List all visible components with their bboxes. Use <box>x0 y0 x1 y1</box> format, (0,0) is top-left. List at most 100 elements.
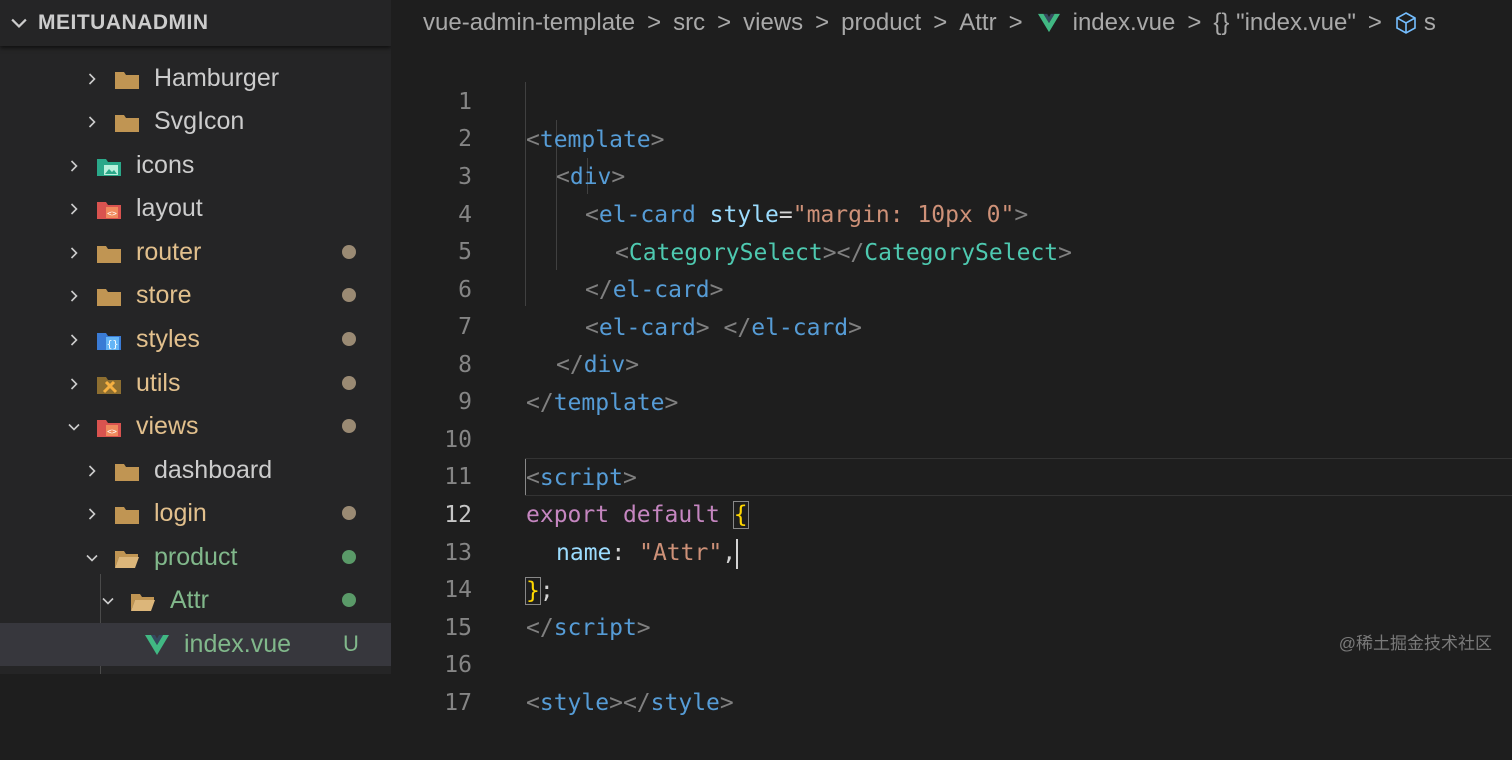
breadcrumb-item[interactable]: Attr <box>959 9 996 37</box>
explorer-root-header[interactable]: MEITUANADMIN <box>0 0 391 46</box>
folder-icon <box>115 114 139 132</box>
tree-item-router[interactable]: router <box>0 231 391 274</box>
tree-item-views[interactable]: <> views <box>0 405 391 448</box>
code-line[interactable]: 3 <el-card style="margin: 10px 0"> <box>391 120 1512 228</box>
chevron-right-icon: > <box>1008 9 1023 36</box>
tree-item-layout[interactable]: <> layout <box>0 187 391 230</box>
tree-item-styles[interactable]: {} styles <box>0 318 391 361</box>
code-line[interactable]: 4 <CategorySelect></CategorySelect> <box>391 158 1512 266</box>
tree-item-index-vue[interactable]: index.vue U <box>0 623 391 666</box>
breadcrumb-item[interactable]: {} "index.vue" <box>1213 9 1355 37</box>
code-line[interactable]: 15 <box>391 571 1512 641</box>
tree-item-label: utils <box>136 369 181 397</box>
vue-file-icon <box>145 634 169 655</box>
images-folder-icon <box>97 158 121 176</box>
code-line-current[interactable]: 12 name: "Attr", <box>391 458 1512 569</box>
tree-item-attr[interactable]: Attr <box>0 579 391 622</box>
code-text: <style></style> <box>526 690 734 716</box>
chevron-right-icon: > <box>717 9 732 36</box>
code-line[interactable]: 11 export default { <box>391 420 1512 529</box>
code-line[interactable]: 2 <div> <box>391 82 1512 190</box>
chevron-right-icon <box>70 202 78 215</box>
git-added-dot <box>342 593 356 607</box>
tree-item-label: store <box>136 281 192 309</box>
tree-item-label: styles <box>136 325 200 353</box>
chevron-right-icon: > <box>815 9 830 36</box>
chevron-down-icon <box>86 554 98 562</box>
tree-item-label: SvgIcon <box>154 107 245 135</box>
tree-item-dashboard[interactable]: dashboard <box>0 449 391 492</box>
code-line[interactable]: 5 </el-card> <box>391 195 1512 303</box>
chevron-right-icon: > <box>1367 9 1382 36</box>
tree-item-label: index.vue <box>184 630 292 658</box>
svg-text:<>: <> <box>107 427 117 436</box>
breadcrumb-item[interactable]: index.vue <box>1073 9 1176 37</box>
git-modified-dot <box>342 332 356 346</box>
tree-item-hamburger[interactable]: Hamburger <box>0 57 391 100</box>
breadcrumb-item[interactable]: views <box>743 9 803 37</box>
chevron-right-icon: > <box>933 9 948 36</box>
folder-icon <box>115 463 139 481</box>
tree-item-label: views <box>136 412 199 440</box>
breadcrumb-item[interactable]: product <box>841 9 921 37</box>
git-modified-dot <box>342 245 356 259</box>
folder-icon <box>97 288 121 306</box>
tree-item-svgicon[interactable]: SvgIcon <box>0 100 391 143</box>
chevron-right-icon <box>70 289 78 302</box>
tree-item-store[interactable]: store <box>0 274 391 317</box>
tree-item-label: Attr <box>170 586 209 614</box>
breadcrumb: vue-admin-template > src > views > produ… <box>391 0 1512 46</box>
git-modified-dot <box>342 419 356 433</box>
breadcrumb-item[interactable]: vue-admin-template <box>423 9 635 37</box>
tree-item-icons[interactable]: icons <box>0 144 391 187</box>
code-line[interactable]: 9 <box>391 345 1512 415</box>
breadcrumb-item[interactable]: src <box>673 9 705 37</box>
folder-icon <box>97 245 121 263</box>
chevron-right-icon <box>70 246 78 259</box>
explorer-root-title: MEITUANADMIN <box>38 11 209 34</box>
chevron-right-icon <box>70 333 78 346</box>
folder-icon <box>115 506 139 524</box>
chevron-down-icon <box>102 597 114 605</box>
tree-item-label: product <box>154 543 238 571</box>
git-added-dot <box>342 550 356 564</box>
code-line[interactable]: 8 </template> <box>391 308 1512 416</box>
code-line[interactable]: 13 }; <box>391 496 1512 605</box>
tree-item-label: dashboard <box>154 456 273 484</box>
chevron-down-icon <box>68 423 80 431</box>
cube-icon <box>1396 12 1416 34</box>
chevron-right-icon <box>88 72 96 85</box>
git-untracked-badge: U <box>343 631 359 656</box>
chevron-right-icon <box>88 507 96 520</box>
chevron-right-icon <box>88 115 96 128</box>
chevron-down-icon <box>11 18 27 28</box>
chevron-right-icon: > <box>647 9 662 36</box>
code-line[interactable]: 1 <template> <box>391 45 1512 153</box>
layout-folder-icon: <> <box>97 201 121 219</box>
styles-folder-icon: {} <box>97 332 121 350</box>
tree-item-product[interactable]: product <box>0 536 391 579</box>
tree-item-label: layout <box>136 194 203 222</box>
folder-open-icon <box>131 593 155 611</box>
chevron-right-icon <box>70 159 78 172</box>
tree-item-label: router <box>136 238 202 266</box>
code-line[interactable]: 14 </script> <box>391 533 1512 641</box>
svg-text:<>: <> <box>107 209 117 218</box>
git-modified-dot <box>342 376 356 390</box>
tree-item-label: icons <box>136 151 195 179</box>
chevron-right-icon <box>70 377 78 390</box>
tree-item-login[interactable]: login <box>0 492 391 535</box>
code-line[interactable]: 6 <el-card> </el-card> <box>391 233 1512 341</box>
code-line[interactable]: 7 </div> <box>391 270 1512 378</box>
watermark: @稀土掘金技术社区 <box>1338 634 1492 653</box>
git-modified-dot <box>342 288 356 302</box>
breadcrumb-item[interactable]: s <box>1424 9 1436 37</box>
tree-item-utils[interactable]: utils <box>0 362 391 405</box>
vue-file-icon <box>1037 13 1060 33</box>
line-number: 17 <box>444 690 472 716</box>
explorer-sidebar: MEITUANADMIN Hamburger SvgIcon icons <> … <box>0 0 391 674</box>
folder-icon <box>115 71 139 89</box>
code-line[interactable]: 10 <script> <box>391 383 1512 491</box>
code-editor[interactable]: vue-admin-template > src > views > produ… <box>391 0 1512 716</box>
folder-open-icon <box>115 550 139 568</box>
